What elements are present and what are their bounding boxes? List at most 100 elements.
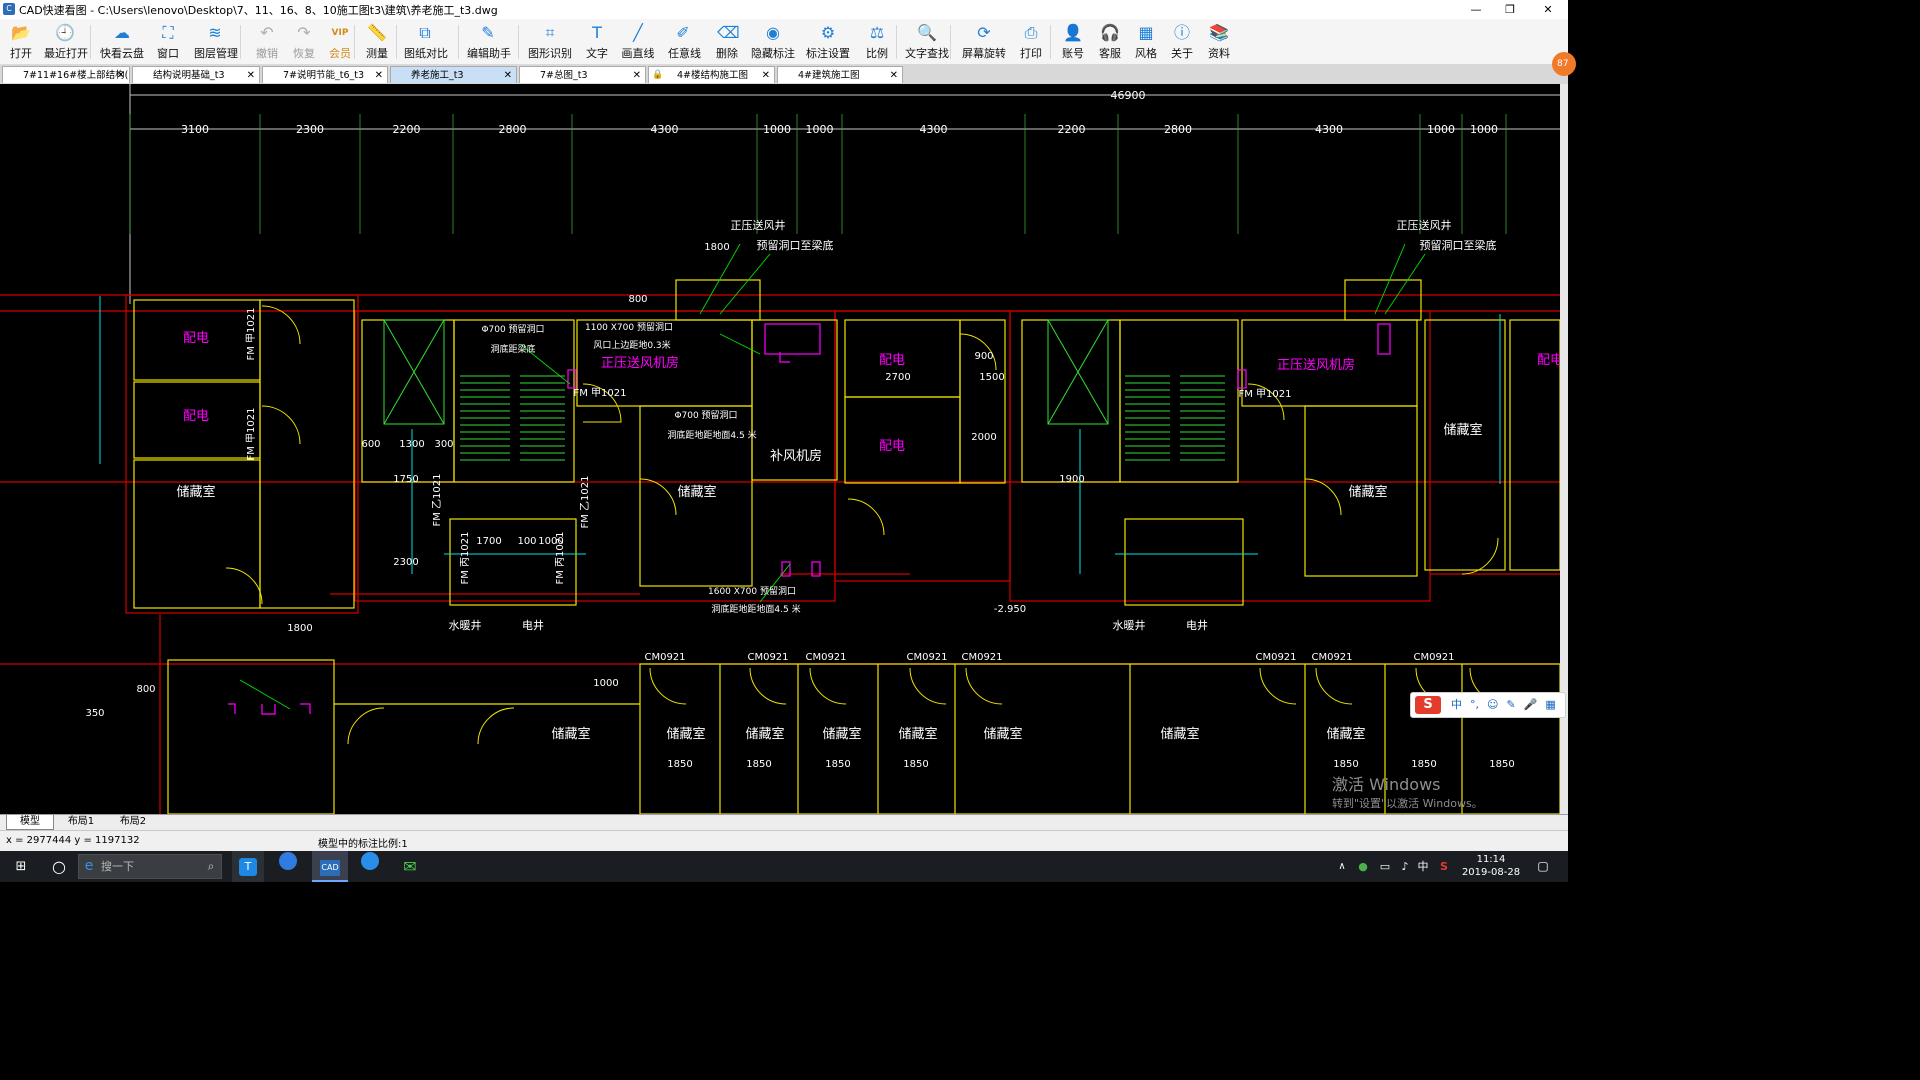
- taskbar-browser-icon[interactable]: [272, 851, 304, 882]
- toolbar-layers-button[interactable]: ≋ 图层管理: [194, 21, 238, 61]
- tab-close-icon[interactable]: ✕: [117, 67, 125, 83]
- toolbar-docs-button[interactable]: 📚 资料: [1206, 21, 1232, 61]
- tray-volume-icon[interactable]: ♪: [1396, 851, 1414, 882]
- tab-close-icon[interactable]: ✕: [890, 67, 898, 83]
- taskbar-search-input[interactable]: 搜一下: [78, 854, 222, 879]
- door-label: CM0921: [1413, 652, 1454, 663]
- document-tab[interactable]: 7#总图_t3 ✕: [519, 66, 646, 83]
- ime-handwriting-icon[interactable]: ✎: [1506, 698, 1515, 711]
- taskbar-sogou-icon[interactable]: [354, 851, 386, 882]
- ime-chinese-mode[interactable]: 中: [1451, 698, 1462, 711]
- document-tab[interactable]: 4#建筑施工图 ✕: [777, 66, 903, 83]
- close-button[interactable]: ✕: [1530, 0, 1566, 19]
- toolbar-text-search-button[interactable]: 🔍 文字查找: [905, 21, 949, 61]
- toolbar-eraser-button[interactable]: ⌫ 删除: [714, 21, 740, 61]
- bay-dimension-label: 2800: [499, 123, 527, 136]
- freehand-icon: ✐: [676, 23, 690, 42]
- document-tab[interactable]: 结构说明基础_t3 ✕: [132, 66, 260, 83]
- notification-badge[interactable]: 87: [1552, 52, 1576, 76]
- toolbar-cloud-button[interactable]: ☁ 快看云盘: [100, 21, 144, 61]
- toolbar-label: 打开: [10, 47, 32, 60]
- room-label: 储藏室: [1443, 422, 1482, 438]
- taskbar-wechat-icon[interactable]: ✉: [394, 851, 426, 882]
- restore-button[interactable]: ❐: [1492, 0, 1528, 19]
- dimension-label: 1850: [825, 759, 850, 770]
- toolbar-scale-button[interactable]: ⚖ 比例: [864, 21, 890, 61]
- tray-chevron-icon[interactable]: ∧: [1334, 851, 1350, 882]
- toolbar-hide-annotation-button[interactable]: ◉ 隐藏标注: [751, 21, 795, 61]
- toolbar-annotation-settings-button[interactable]: ⚙ 标注设置: [806, 21, 850, 61]
- ime-toolbox-icon[interactable]: ▦: [1545, 698, 1555, 711]
- tab-close-icon[interactable]: ✕: [762, 67, 770, 83]
- notification-center-icon[interactable]: ▢: [1532, 851, 1554, 882]
- toolbar-ruler-button[interactable]: 📏 测量: [364, 21, 390, 61]
- room-label: 储藏室: [898, 726, 937, 742]
- ime-punctuation-icon[interactable]: °,: [1470, 698, 1479, 711]
- tray-network-icon[interactable]: ▭: [1376, 851, 1394, 882]
- toolbar-style-button[interactable]: ▦ 风格: [1133, 21, 1159, 61]
- bay-dimension-label: 4300: [1315, 123, 1343, 136]
- toolbar-undo-button[interactable]: ↶ 撤销: [254, 21, 280, 61]
- document-tab[interactable]: 7#说明节能_t6_t3 ✕: [262, 66, 388, 83]
- bay-dimension-label: 2200: [1058, 123, 1086, 136]
- search-icon: ⌕: [207, 859, 215, 873]
- toolbar-vip-button[interactable]: VIP 会员: [327, 21, 353, 61]
- tab-close-icon[interactable]: ✕: [504, 67, 512, 83]
- shaft-label: 水暖井: [1113, 618, 1146, 632]
- dimension-label: 100: [517, 536, 536, 547]
- dimension-label: 1800: [704, 242, 729, 253]
- shape-recognition-icon: ⌗: [545, 23, 555, 42]
- tab-close-icon[interactable]: ✕: [633, 67, 641, 83]
- toolbar-window-button[interactable]: ⛶ 窗口: [155, 21, 181, 61]
- ime-voice-icon[interactable]: 🎤: [1524, 698, 1538, 711]
- dimension-label: 1850: [667, 759, 692, 770]
- task-view-icon[interactable]: ○: [46, 851, 72, 882]
- toolbar-label: 打印: [1020, 47, 1042, 60]
- document-tab[interactable]: 7#11#16#楼上部结构(… ✕: [2, 66, 130, 83]
- windows-start-icon[interactable]: ⊞: [8, 851, 34, 882]
- ime-toolbar[interactable]: S 中 °, ☺ ✎ 🎤 ▦: [1410, 692, 1566, 718]
- toolbar-history-button[interactable]: 🕘 最近打开: [44, 21, 88, 61]
- tab-close-icon[interactable]: ✕: [375, 67, 383, 83]
- toolbar-text-button[interactable]: T 文字: [584, 21, 610, 61]
- shaft-label: 水暖井: [449, 618, 482, 632]
- room-label: 配电: [1537, 353, 1560, 368]
- toolbar-account-button[interactable]: 👤 账号: [1061, 21, 1085, 61]
- layout-tab[interactable]: 布局1: [58, 815, 104, 829]
- document-tab[interactable]: 养老施工_t3 ✕: [390, 66, 517, 83]
- ime-emoji-icon[interactable]: ☺: [1487, 698, 1498, 711]
- layout-tabs: 模型 布局1 布局2: [0, 814, 1568, 830]
- layout-tab[interactable]: 布局2: [110, 815, 156, 829]
- tray-ime-icon[interactable]: S: [1436, 851, 1452, 882]
- toolbar-line-button[interactable]: ╱ 画直线: [621, 21, 655, 61]
- toolbar-rotate-button[interactable]: ⟳ 屏幕旋转: [962, 21, 1006, 61]
- document-tab[interactable]: 4#楼结构施工图 ✕ 🔒: [648, 66, 775, 83]
- toolbar-print-button[interactable]: ⎙ 打印: [1018, 21, 1044, 61]
- toolbar-edit-assistant-button[interactable]: ✎ 编辑助手: [467, 21, 511, 61]
- toolbar-freehand-button[interactable]: ✐ 任意线: [668, 21, 701, 61]
- tab-label: 4#建筑施工图: [798, 70, 860, 81]
- tray-security-icon[interactable]: ●: [1354, 851, 1372, 882]
- tray-language[interactable]: 中: [1414, 851, 1432, 882]
- toolbar-folder-open-button[interactable]: 📂 打开: [8, 21, 34, 61]
- taskbar-app-text-icon[interactable]: T: [232, 851, 264, 882]
- toolbar-separator: [240, 25, 241, 59]
- drawing-canvas[interactable]: 3100 2300 2200 2800 4300 1000 1000 4300 2200 2800…: [0, 84, 1563, 815]
- room-label: 储藏室: [822, 726, 861, 742]
- activation-watermark: 激活 Windows 转到"设置"以激活 Windows。: [1332, 771, 1483, 811]
- toolbar-info-button[interactable]: ⓘ 关于: [1169, 21, 1195, 61]
- toolbar-compare-button[interactable]: ⧉ 图纸对比: [404, 21, 448, 61]
- drawing-note: 1100 X700 预留洞口: [585, 321, 673, 333]
- layout-tab[interactable]: 模型: [6, 815, 54, 830]
- dimension-label: 600: [361, 439, 380, 450]
- toolbar-headset-button[interactable]: 🎧 客服: [1097, 21, 1123, 61]
- text-search-icon: 🔍: [917, 23, 937, 42]
- drawing-note: Φ700 预留洞口: [481, 323, 544, 335]
- taskbar-cad-icon[interactable]: CAD: [312, 851, 348, 882]
- toolbar-shape-recognition-button[interactable]: ⌗ 图形识别: [528, 21, 572, 61]
- cad-drawing[interactable]: 3100 2300 2200 2800 4300 1000 1000 4300 2200 2800…: [0, 84, 1563, 815]
- tab-close-icon[interactable]: ✕: [247, 67, 255, 83]
- taskbar-clock[interactable]: 11:14 2019-08-28: [1456, 851, 1526, 884]
- toolbar-redo-button[interactable]: ↷ 恢复: [291, 21, 317, 61]
- minimize-button[interactable]: —: [1458, 0, 1494, 19]
